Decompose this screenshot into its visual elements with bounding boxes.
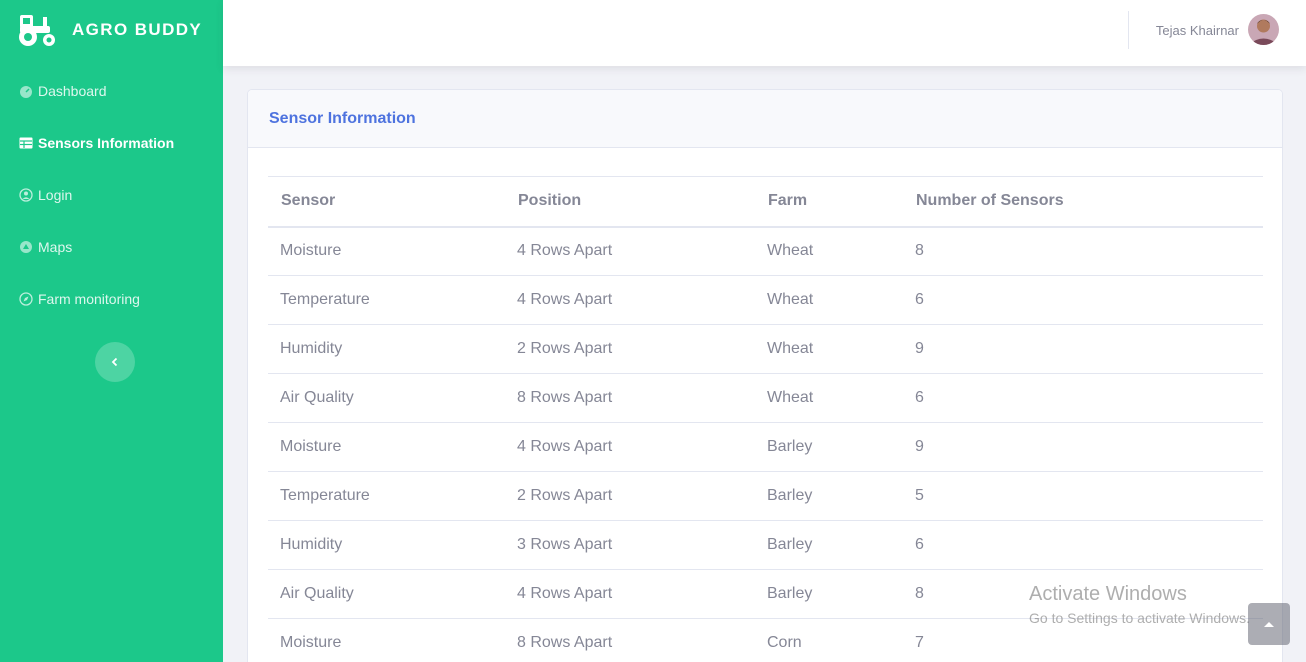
- avatar[interactable]: [1248, 14, 1279, 45]
- card-title: Sensor Information: [269, 109, 416, 127]
- table-cell: Moisture: [268, 226, 505, 276]
- table-cell: 6: [903, 373, 1263, 423]
- table-cell: 4 Rows Apart: [505, 226, 755, 276]
- column-header[interactable]: Number of Sensors: [903, 176, 1263, 228]
- table-cell: 6: [903, 275, 1263, 325]
- table-cell: Barley: [755, 569, 903, 619]
- speedometer-icon: [20, 86, 32, 98]
- table-cell: 4 Rows Apart: [505, 422, 755, 472]
- table-cell: Corn: [755, 618, 903, 662]
- sidebar-item-label: Dashboard: [38, 83, 107, 99]
- table-row: Humidity 3 Rows Apart Barley 6: [268, 520, 1263, 570]
- table-cell: 4 Rows Apart: [505, 569, 755, 619]
- sidebar-item-maps[interactable]: Maps: [19, 239, 72, 255]
- topbar-divider: [1128, 11, 1129, 49]
- tractor-icon: [19, 15, 55, 46]
- column-header[interactable]: Sensor: [268, 176, 505, 228]
- windows-activation-watermark: Activate Windows Go to Settings to activ…: [1029, 583, 1251, 626]
- table-row: Air Quality 8 Rows Apart Wheat 6: [268, 373, 1263, 423]
- table-cell: 8: [903, 226, 1263, 276]
- chevron-up-icon: [1264, 622, 1274, 627]
- sensor-information-card: Sensor Information Sensor Position Farm …: [247, 89, 1283, 662]
- table-cell: Humidity: [268, 324, 505, 374]
- table-cell: 5: [903, 471, 1263, 521]
- sidebar-toggle-button[interactable]: [95, 342, 135, 382]
- map-icon: [20, 241, 32, 253]
- table-cell: 2 Rows Apart: [505, 471, 755, 521]
- table-cell: Air Quality: [268, 569, 505, 619]
- sidebar-item-label: Login: [38, 187, 73, 203]
- scroll-to-top-button[interactable]: [1248, 603, 1290, 645]
- avatar-image: [1248, 14, 1279, 45]
- table-row: Moisture 4 Rows Apart Wheat 8: [268, 226, 1263, 276]
- table-cell: Wheat: [755, 275, 903, 325]
- table-row: Humidity 2 Rows Apart Wheat 9: [268, 324, 1263, 374]
- table-row: Moisture 4 Rows Apart Barley 9: [268, 422, 1263, 472]
- table-cell: 8 Rows Apart: [505, 618, 755, 662]
- sidebar-item-dashboard[interactable]: Dashboard: [19, 83, 107, 99]
- table-cell: 2 Rows Apart: [505, 324, 755, 374]
- table-cell: Barley: [755, 422, 903, 472]
- watermark-title: Activate Windows: [1029, 583, 1187, 605]
- table-cell: Air Quality: [268, 373, 505, 423]
- sidebar-item-sensors-information[interactable]: Sensors Information: [19, 135, 174, 151]
- chevron-left-icon: [111, 357, 118, 367]
- table-cell: Temperature: [268, 275, 505, 325]
- topbar: Tejas Khairnar: [223, 0, 1306, 66]
- table-cell: Moisture: [268, 618, 505, 662]
- brand-name: AGRO BUDDY: [72, 20, 203, 39]
- table-cell: Barley: [755, 471, 903, 521]
- sidebar-item-label: Maps: [38, 239, 73, 255]
- table-cell: 4 Rows Apart: [505, 275, 755, 325]
- card-header: Sensor Information: [248, 90, 1282, 148]
- column-header[interactable]: Farm: [755, 176, 903, 228]
- compass-icon: [19, 292, 33, 306]
- sidebar-item-label: Farm monitoring: [38, 291, 140, 307]
- table-cell: 9: [903, 422, 1263, 472]
- sidebar-item-login[interactable]: Login: [19, 187, 72, 203]
- table-header-row: Sensor Position Farm Number of Sensors: [268, 176, 1263, 228]
- table-row: Temperature 2 Rows Apart Barley 5: [268, 471, 1263, 521]
- brand[interactable]: AGRO BUDDY: [16, 12, 202, 48]
- table-cell: Temperature: [268, 471, 505, 521]
- table-cell: Moisture: [268, 422, 505, 472]
- table-cell: 3 Rows Apart: [505, 520, 755, 570]
- sidebar-item-farm-monitoring[interactable]: Farm monitoring: [19, 291, 140, 307]
- watermark-subtitle: Go to Settings to activate Windows.: [1029, 610, 1250, 626]
- table-cell: Barley: [755, 520, 903, 570]
- sidebar-item-label: Sensors Information: [38, 135, 175, 151]
- table-cell: Wheat: [755, 226, 903, 276]
- table-cell: 6: [903, 520, 1263, 570]
- user-circle-icon: [19, 188, 33, 202]
- table-cell: 8 Rows Apart: [505, 373, 755, 423]
- user-name[interactable]: Tejas Khairnar: [1156, 23, 1239, 38]
- table-cell: Wheat: [755, 373, 903, 423]
- sidebar: AGRO BUDDY Dashboard Sensors Information…: [0, 0, 223, 662]
- column-header[interactable]: Position: [505, 176, 755, 228]
- table-cell: 9: [903, 324, 1263, 374]
- table-row: Temperature 4 Rows Apart Wheat 6: [268, 275, 1263, 325]
- table-cell: Humidity: [268, 520, 505, 570]
- table-icon: [19, 137, 33, 149]
- table-cell: Wheat: [755, 324, 903, 374]
